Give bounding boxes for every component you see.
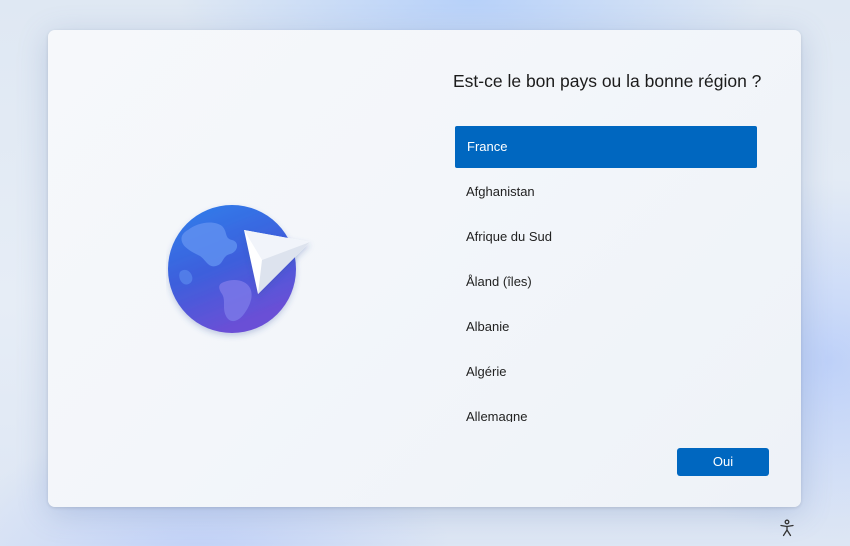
page-title: Est-ce le bon pays ou la bonne région ? <box>453 71 762 91</box>
list-item[interactable]: Albanie <box>454 306 758 348</box>
globe-paper-plane-icon <box>166 202 316 342</box>
list-item[interactable]: Allemagne <box>454 396 758 422</box>
list-item[interactable]: Algérie <box>454 351 758 393</box>
list-item[interactable]: Afrique du Sud <box>454 216 758 258</box>
setup-window: Est-ce le bon pays ou la bonne région ? … <box>48 30 801 507</box>
list-item[interactable]: Åland (îles) <box>454 261 758 303</box>
country-list[interactable]: France Afghanistan Afrique du Sud Åland … <box>454 126 758 422</box>
list-item-selected[interactable]: France <box>455 126 757 168</box>
list-item[interactable]: Afghanistan <box>454 171 758 213</box>
confirm-button[interactable]: Oui <box>677 448 769 476</box>
accessibility-icon[interactable] <box>779 519 795 537</box>
